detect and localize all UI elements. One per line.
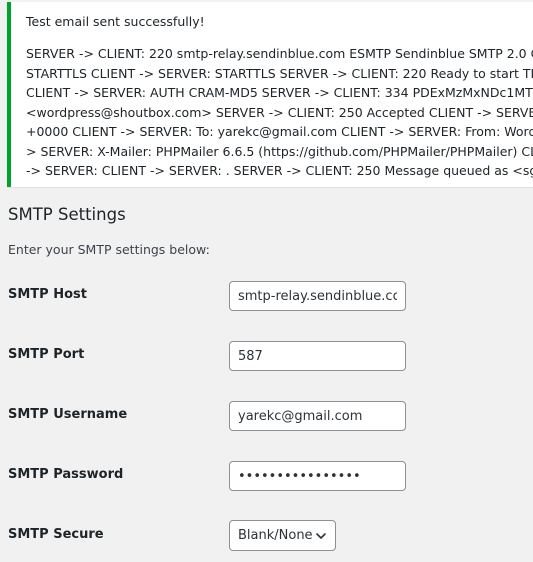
- section-description: Enter your SMTP settings below:: [8, 242, 210, 257]
- smtp-secure-select[interactable]: Blank/None: [229, 520, 336, 551]
- log-line: <wordpress@shoutbox.com> SERVER -> CLIEN…: [26, 104, 533, 120]
- chevron-down-icon: [315, 530, 327, 542]
- notice-title: Test email sent successfully!: [26, 14, 205, 29]
- smtp-host-input[interactable]: [229, 281, 406, 311]
- success-notice: Test email sent successfully! SERVER -> …: [7, 2, 533, 187]
- log-line: +0000 CLIENT -> SERVER: To: yarekc@gmail…: [26, 124, 533, 139]
- smtp-password-label: SMTP Password: [8, 467, 124, 482]
- smtp-port-label: SMTP Port: [8, 347, 85, 362]
- log-line: CLIENT -> SERVER: AUTH CRAM-MD5 SERVER -…: [26, 85, 533, 100]
- log-line: > SERVER: X-Mailer: PHPMailer 6.6.5 (htt…: [26, 143, 533, 159]
- log-line: STARTTLS CLIENT -> SERVER: STARTTLS SERV…: [26, 65, 533, 81]
- smtp-host-label: SMTP Host: [8, 287, 87, 302]
- log-line: SERVER -> CLIENT: 220 smtp-relay.sendinb…: [26, 46, 533, 61]
- smtp-secure-label: SMTP Secure: [8, 527, 104, 542]
- smtp-username-input[interactable]: [229, 401, 406, 431]
- log-line: -> SERVER: CLIENT -> SERVER: . SERVER ->…: [26, 163, 533, 178]
- smtp-port-input[interactable]: [229, 341, 406, 371]
- smtp-secure-selected: Blank/None: [238, 528, 313, 543]
- smtp-password-input[interactable]: [229, 461, 406, 491]
- smtp-username-label: SMTP Username: [8, 407, 128, 422]
- smtp-debug-log: SERVER -> CLIENT: 220 smtp-relay.sendinb…: [26, 44, 533, 181]
- section-title: SMTP Settings: [8, 205, 126, 224]
